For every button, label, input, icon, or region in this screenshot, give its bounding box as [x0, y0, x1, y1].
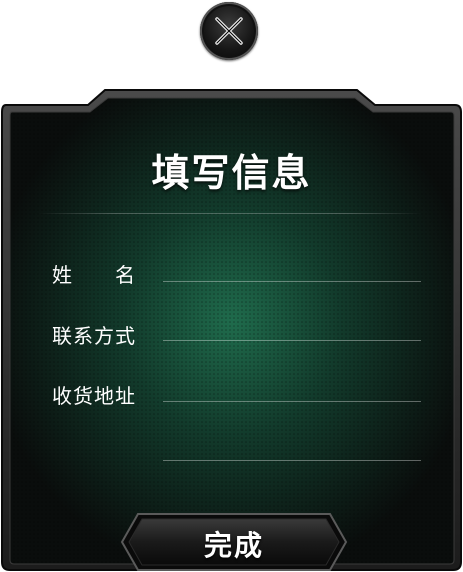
done-button[interactable]: 完成	[120, 512, 348, 572]
contact-label: 联系方式	[52, 324, 136, 348]
address-input-line2[interactable]	[163, 434, 421, 461]
name-input[interactable]	[163, 255, 421, 282]
address-input[interactable]	[163, 375, 421, 402]
dialog-title: 填写信息	[151, 151, 312, 195]
title-divider	[38, 213, 422, 214]
done-button-label: 完成	[203, 529, 264, 562]
address-label: 收货地址	[52, 384, 136, 408]
name-label: 姓 名	[52, 263, 136, 287]
contact-input[interactable]	[163, 314, 421, 341]
